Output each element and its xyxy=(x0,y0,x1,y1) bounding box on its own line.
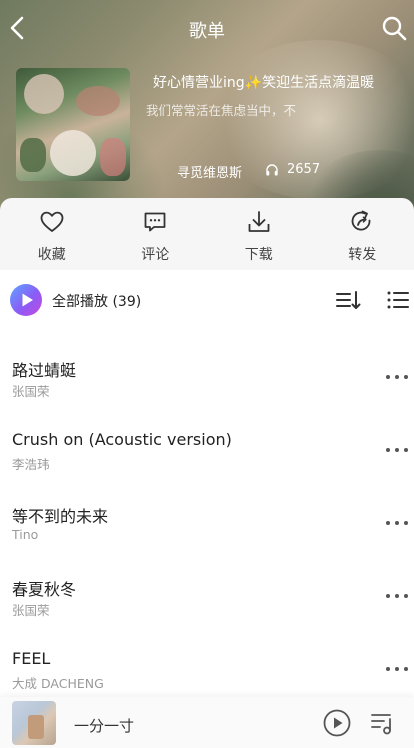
heart-icon xyxy=(40,211,64,232)
cover-detail xyxy=(20,138,46,172)
comment-label: 评论 xyxy=(141,247,170,263)
song-title: FEEL xyxy=(12,649,51,668)
list-icon xyxy=(387,291,409,309)
play-icon[interactable] xyxy=(323,709,351,737)
share-icon xyxy=(351,210,371,231)
cover-detail xyxy=(76,86,120,116)
more-options-icon[interactable] xyxy=(384,657,410,681)
play-all-label[interactable]: 全部播放 (39) xyxy=(52,291,141,311)
now-playing-cover[interactable] xyxy=(12,701,56,745)
now-playing-title[interactable]: 一分一寸 xyxy=(74,715,134,736)
download-label: 下载 xyxy=(244,247,273,263)
song-row[interactable]: Crush on (Acoustic version) 李浩玮 xyxy=(0,413,414,486)
favorite-label: 收藏 xyxy=(37,247,66,263)
sort-icon xyxy=(336,291,361,309)
comment-icon xyxy=(144,212,166,232)
song-row[interactable]: 春夏秋冬 张国荣 xyxy=(0,559,414,632)
cover-detail xyxy=(50,130,96,176)
cover-detail xyxy=(24,74,64,114)
song-artist: Tino xyxy=(12,527,39,542)
more-options-icon[interactable] xyxy=(384,511,410,535)
song-title: 春夏秋冬 xyxy=(12,580,77,599)
share-button[interactable]: 转发 xyxy=(311,198,414,270)
playlist-creator[interactable]: 寻觅维恩斯 xyxy=(177,162,242,181)
song-artist: 李浩玮 xyxy=(12,457,50,472)
cover-detail xyxy=(28,715,44,739)
play-circle-icon xyxy=(22,293,33,307)
playlist-cover-image[interactable] xyxy=(16,68,130,181)
playlist-queue-icon[interactable] xyxy=(370,710,396,736)
favorite-button[interactable]: 收藏 xyxy=(0,198,104,270)
song-row[interactable]: 等不到的未来 Tino xyxy=(0,486,414,559)
song-title: 路过蜻蜓 xyxy=(12,361,77,380)
cover-detail xyxy=(100,138,126,176)
song-row[interactable]: FEEL 大成 DACHENG xyxy=(0,632,414,705)
song-title: Crush on (Acoustic version) xyxy=(12,430,232,449)
play-all-button[interactable] xyxy=(10,284,42,316)
more-options-icon[interactable] xyxy=(384,438,410,462)
action-bar: 收藏 评论 下载 转发 xyxy=(0,198,414,270)
song-artist: 大成 DACHENG xyxy=(12,676,104,691)
song-title: 等不到的未来 xyxy=(12,507,109,526)
share-label: 转发 xyxy=(348,247,377,263)
more-options-icon[interactable] xyxy=(384,584,410,608)
multi-select-button[interactable] xyxy=(386,288,410,312)
download-button[interactable]: 下载 xyxy=(207,198,311,270)
playlist-description[interactable]: 我们常常活在焦虑当中，不 xyxy=(146,100,406,119)
comment-button[interactable]: 评论 xyxy=(104,198,208,270)
song-row[interactable]: 路过蜻蜓 张国荣 xyxy=(0,340,414,413)
mini-player[interactable]: 一分一寸 xyxy=(0,697,414,748)
page-title: 歌单 xyxy=(189,21,225,42)
headphones-icon xyxy=(266,163,278,175)
play-all-row: 全部播放 (39) xyxy=(0,278,414,324)
listen-count: 2657 xyxy=(265,162,320,177)
sort-button[interactable] xyxy=(336,288,362,312)
song-artist: 张国荣 xyxy=(12,603,50,618)
search-icon xyxy=(382,16,407,41)
playlist-title: 好心情营业ing✨笑迎生活点滴温暖 xyxy=(153,75,375,91)
more-options-icon[interactable] xyxy=(384,365,410,389)
top-bar: 歌单 xyxy=(0,0,414,56)
song-list: 路过蜻蜓 张国荣 Crush on (Acoustic version) 李浩玮… xyxy=(0,340,414,705)
download-icon xyxy=(248,211,270,232)
search-button[interactable] xyxy=(380,14,408,42)
song-artist: 张国荣 xyxy=(12,384,50,399)
listen-count-value: 2657 xyxy=(287,162,321,177)
